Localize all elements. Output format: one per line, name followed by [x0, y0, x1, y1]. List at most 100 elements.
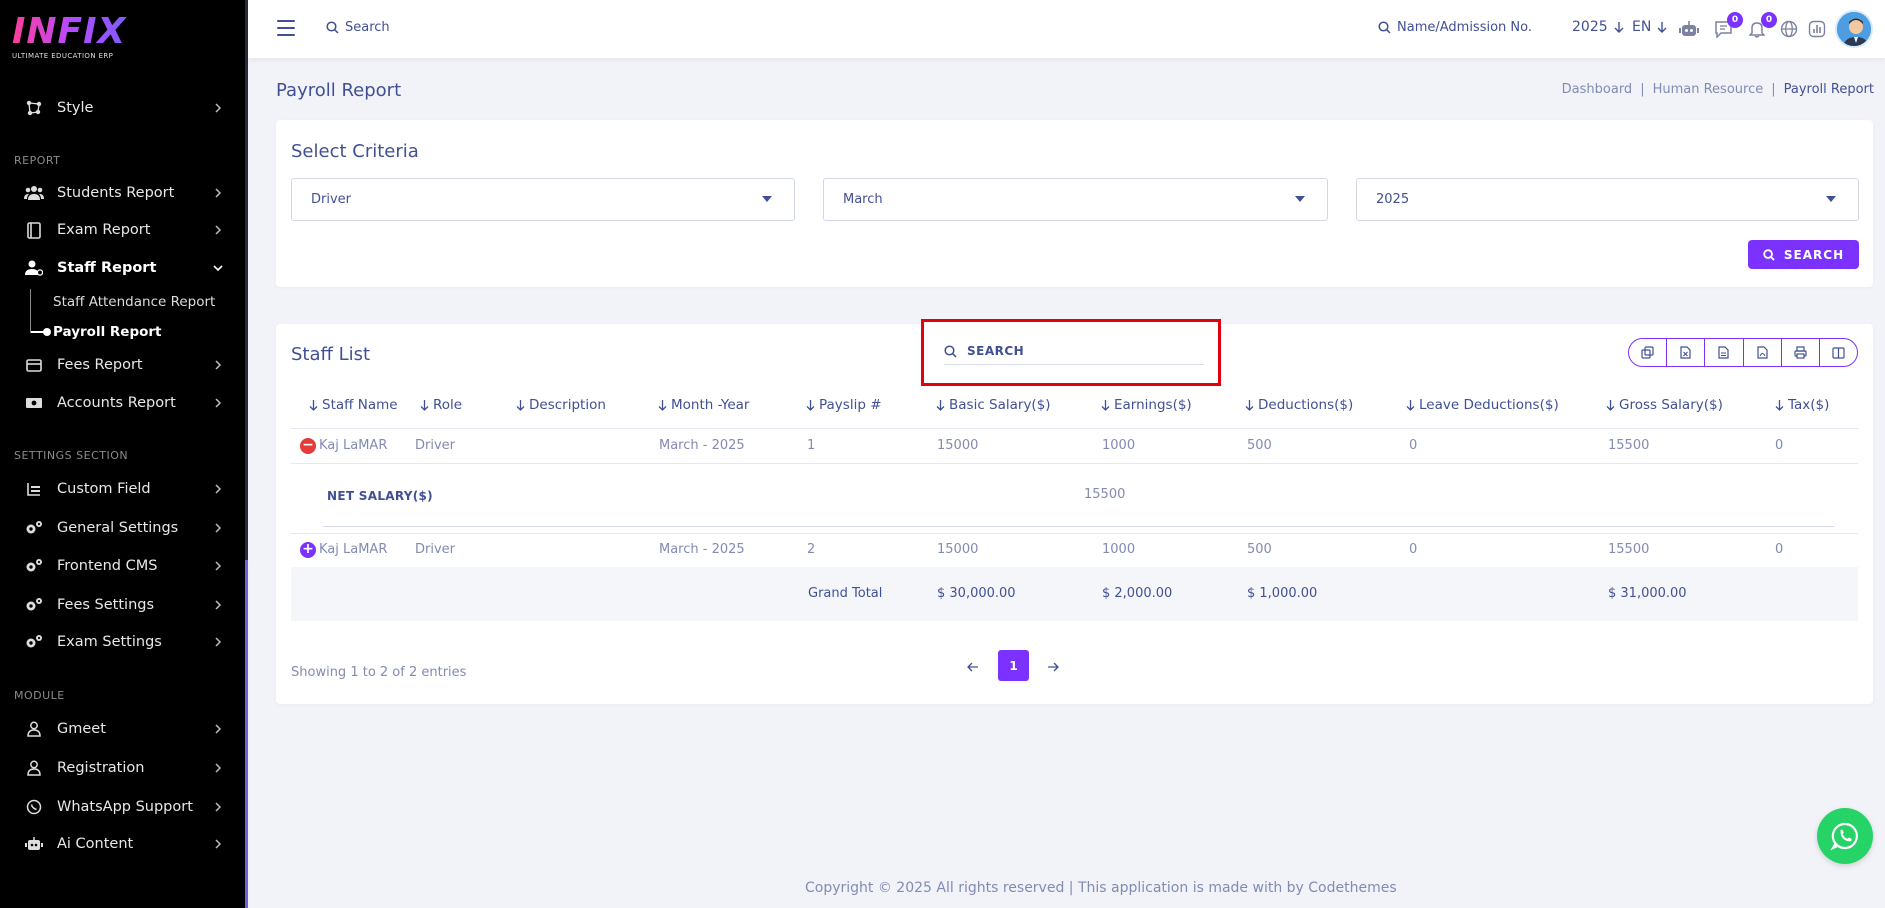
excel-file-icon [1680, 346, 1691, 359]
sidebar-item-ai-content[interactable]: Ai Content [0, 829, 245, 859]
year-selector[interactable]: 2025 [1572, 19, 1624, 35]
submenu-item-staff-attendance-report[interactable]: Staff Attendance Report [53, 294, 215, 310]
sort-arrow-icon [936, 400, 945, 411]
section-label-settings: SETTINGS SECTION [14, 449, 129, 462]
cell-tax: 0 [1775, 542, 1784, 557]
cell-basic-salary: 15000 [937, 438, 979, 453]
role-select-value: Driver [311, 192, 352, 207]
cell-role: Driver [415, 438, 456, 453]
sidebar-item-fees-settings[interactable]: Fees Settings [0, 590, 245, 620]
cell-payslip: 2 [807, 542, 816, 557]
column-header-month-year[interactable]: Month -Year [658, 397, 749, 413]
cell-basic-salary: 15000 [937, 542, 979, 557]
chevron-right-icon [215, 637, 222, 647]
month-select[interactable]: March [823, 178, 1328, 221]
column-header-basic-salary[interactable]: Basic Salary($) [936, 397, 1051, 413]
previous-page-button[interactable] [963, 657, 983, 677]
sidebar-item-style[interactable]: Style [0, 93, 245, 123]
copy-icon [1641, 346, 1654, 359]
role-select[interactable]: Driver [291, 178, 795, 221]
next-page-button[interactable] [1043, 657, 1063, 677]
column-header-gross-salary[interactable]: Gross Salary($) [1606, 397, 1723, 413]
collapse-row-button[interactable]: − [300, 438, 316, 454]
submenu-item-payroll-report[interactable]: Payroll Report [53, 324, 162, 340]
sidebar-scrollbar[interactable] [245, 0, 248, 908]
print-button[interactable] [1782, 339, 1820, 366]
logo-tagline: ULTIMATE EDUCATION ERP [12, 52, 114, 60]
sort-arrow-icon [1245, 400, 1254, 411]
page-title: Payroll Report [276, 80, 402, 101]
cell-month-year: March - 2025 [659, 438, 745, 453]
sidebar-item-fees-report[interactable]: Fees Report [0, 350, 245, 380]
sidebar-item-exam-settings[interactable]: Exam Settings [0, 627, 245, 657]
excel-button[interactable] [1667, 339, 1706, 366]
cell-earnings: 1000 [1102, 542, 1136, 557]
chevron-right-icon [215, 561, 222, 571]
sort-arrow-icon [1406, 400, 1415, 411]
breadcrumb-human-resource[interactable]: Human Resource [1653, 82, 1764, 97]
column-header-staff-name[interactable]: Staff Name [309, 397, 398, 413]
column-visibility-button[interactable] [1820, 339, 1857, 366]
column-header-tax[interactable]: Tax($) [1775, 397, 1829, 413]
arrow-left-icon [967, 662, 978, 672]
topbar: Search Name/Admission No. 2025 EN 0 0 [248, 0, 1885, 58]
sidebar-item-staff-report[interactable]: Staff Report [0, 253, 245, 283]
csv-button[interactable] [1705, 339, 1744, 366]
chevron-right-icon [215, 398, 222, 408]
column-header-label: Role [433, 397, 463, 413]
sidebar-item-custom-field[interactable]: Custom Field [0, 474, 245, 504]
year-select[interactable]: 2025 [1356, 178, 1859, 221]
bell-icon[interactable]: 0 [1746, 12, 1777, 40]
breadcrumb-current: Payroll Report [1783, 82, 1874, 97]
language-selector[interactable]: EN [1632, 19, 1667, 35]
style-icon [24, 98, 44, 118]
sort-arrow-icon [420, 400, 429, 411]
sidebar-item-general-settings[interactable]: General Settings [0, 513, 245, 543]
cell-staff-name[interactable]: Kaj LaMAR [319, 542, 387, 557]
column-header-description[interactable]: Description [516, 397, 606, 413]
column-header-label: Payslip # [819, 397, 882, 413]
chevron-right-icon [215, 225, 222, 235]
column-header-payslip[interactable]: Payslip # [806, 397, 882, 413]
avatar[interactable] [1835, 10, 1873, 48]
global-search[interactable]: Search [326, 20, 390, 35]
grand-total-earnings: $ 2,000.00 [1102, 586, 1173, 601]
sidebar-item-whatsapp-support[interactable]: WhatsApp Support [0, 792, 245, 822]
breadcrumb-dashboard[interactable]: Dashboard [1562, 82, 1633, 97]
sidebar-item-gmeet[interactable]: Gmeet [0, 714, 245, 744]
column-header-leave-deductions[interactable]: Leave Deductions($) [1406, 397, 1559, 413]
table-search-box[interactable]: SEARCH [921, 319, 1221, 386]
sort-arrow-icon [1775, 400, 1784, 411]
year-value: 2025 [1572, 19, 1608, 35]
column-header-label: Staff Name [322, 397, 398, 413]
whatsapp-chat-button[interactable] [1817, 808, 1873, 864]
column-header-earnings[interactable]: Earnings($) [1101, 397, 1192, 413]
cell-staff-name[interactable]: Kaj LaMAR [319, 438, 387, 453]
chevron-right-icon [215, 484, 222, 494]
admission-search[interactable]: Name/Admission No. [1378, 20, 1532, 35]
analytics-icon[interactable] [1806, 18, 1828, 40]
arrow-down-icon [1614, 22, 1624, 33]
expand-row-button[interactable]: + [300, 542, 316, 558]
chevron-down-icon [213, 265, 223, 272]
search-button[interactable]: SEARCH [1748, 240, 1859, 269]
menu-toggle-button[interactable] [277, 20, 295, 36]
sidebar-item-frontend-cms[interactable]: Frontend CMS [0, 551, 245, 581]
sidebar-item-accounts-report[interactable]: Accounts Report [0, 388, 245, 418]
chat-icon[interactable]: 0 [1712, 12, 1743, 40]
caret-down-icon [1295, 196, 1305, 202]
column-header-deductions[interactable]: Deductions($) [1245, 397, 1353, 413]
sidebar-item-registration[interactable]: Registration [0, 753, 245, 783]
sidebar-item-exam-report[interactable]: Exam Report [0, 215, 245, 245]
copy-button[interactable] [1629, 339, 1668, 366]
logo[interactable]: INFIX ULTIMATE EDUCATION ERP [12, 14, 132, 64]
page-button-current[interactable]: 1 [998, 650, 1029, 681]
robot-icon[interactable] [1678, 18, 1700, 40]
column-header-role[interactable]: Role [420, 397, 462, 413]
sidebar-item-students-report[interactable]: Students Report [0, 178, 245, 208]
pdf-button[interactable] [1744, 339, 1782, 366]
globe-icon[interactable] [1778, 18, 1800, 40]
sort-arrow-icon [309, 400, 318, 411]
table-search-input[interactable]: SEARCH [944, 338, 1204, 365]
custom-field-icon [24, 479, 44, 499]
